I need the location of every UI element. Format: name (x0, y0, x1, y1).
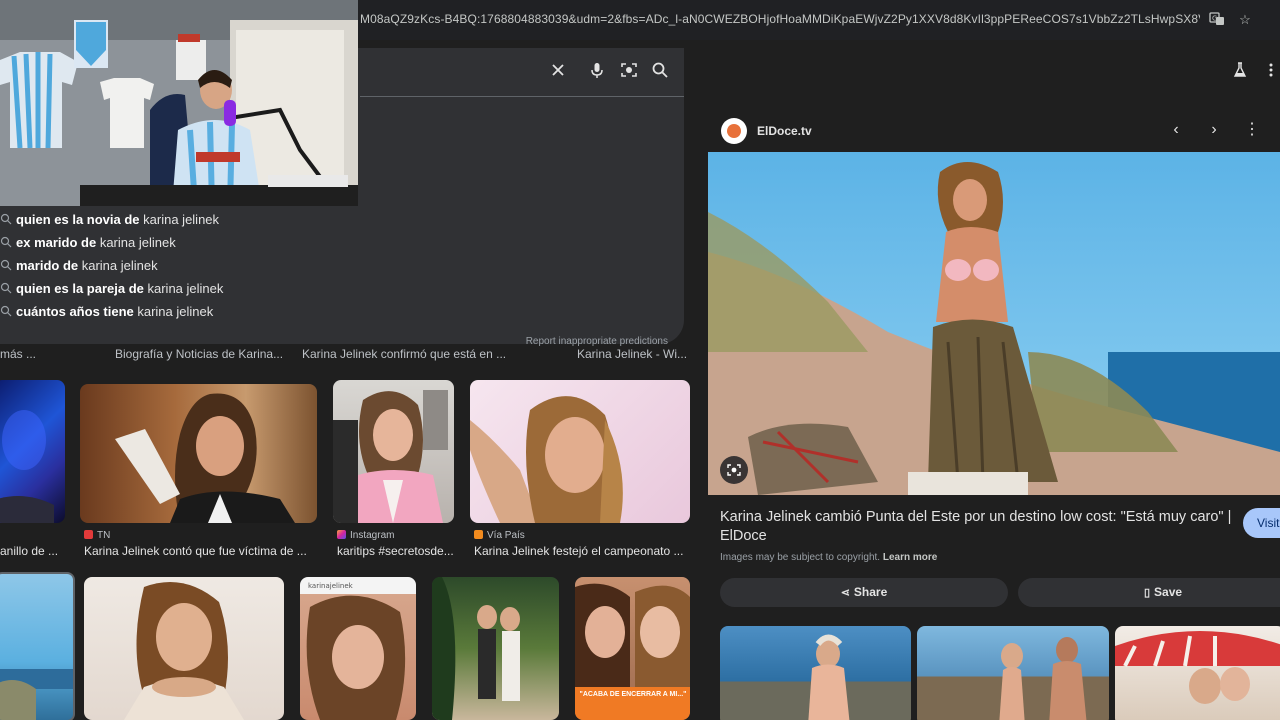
result-source[interactable]: Vía País (474, 530, 525, 541)
chevron-left-icon[interactable]: ‹ (1166, 120, 1186, 140)
search-icon[interactable] (648, 60, 672, 84)
suggestion-item[interactable]: quien es la pareja de karina jelinek (0, 278, 560, 301)
translate-icon[interactable]: G (1208, 11, 1226, 29)
share-button[interactable]: ⋖ Share (720, 578, 1008, 607)
result-caption[interactable]: Biografía y Noticias de Karina... (115, 347, 285, 361)
svg-text:karinajelinek: karinajelinek (308, 582, 354, 590)
star-icon[interactable]: ☆ (1236, 11, 1254, 29)
mic-icon[interactable] (585, 60, 609, 84)
result-image-selected[interactable] (0, 572, 75, 720)
visit-button[interactable]: Visit (1243, 508, 1280, 538)
result-title[interactable]: anillo de ... (0, 544, 60, 558)
apps-grid-icon[interactable] (1266, 62, 1280, 82)
overlay-headline: "ACABA DE ENCERRAR A MI..." (579, 691, 687, 698)
suggestion-item[interactable]: quien es la novia de karina jelinek (0, 209, 560, 232)
result-image[interactable] (333, 380, 454, 523)
webcam-overlay (0, 0, 358, 206)
suggestion-bold: quien es la pareja de (16, 281, 144, 296)
site-name[interactable]: ElDoce.tv (757, 124, 812, 138)
suggestion-rest: karina jelinek (133, 304, 214, 319)
suggestion-item[interactable]: ex marido de karina jelinek (0, 232, 560, 255)
close-icon[interactable] (546, 60, 570, 84)
related-image[interactable] (1115, 626, 1280, 720)
chevron-right-icon[interactable]: › (1204, 120, 1224, 140)
preview-image[interactable] (708, 152, 1280, 495)
preview-panel: ElDoce.tv ‹ › ⋮ Karina Jelinek cambió Pu… (700, 40, 1280, 720)
save-label: Save (1154, 585, 1183, 599)
search-divider (360, 96, 684, 97)
learn-more-link[interactable]: Learn more (883, 552, 937, 563)
suggestion-rest: karina jelinek (139, 212, 220, 227)
result-image[interactable] (0, 380, 65, 523)
tn-favicon-icon (84, 530, 93, 539)
source-name: Vía País (487, 530, 525, 541)
source-name: Instagram (350, 530, 395, 541)
suggestion-rest: karina jelinek (96, 235, 176, 250)
related-image[interactable] (720, 626, 911, 720)
result-source[interactable]: TN (84, 530, 110, 541)
suggestion-bold: marido de (16, 258, 79, 273)
source-name: TN (97, 530, 111, 541)
via-pais-favicon-icon (474, 530, 483, 539)
suggestion-rest: karina jelinek (78, 258, 158, 273)
save-button[interactable]: ▯ Save (1018, 578, 1280, 607)
report-predictions-link[interactable]: Report inappropriate predictions (526, 336, 668, 347)
search-icon (0, 236, 12, 248)
result-image[interactable]: "ACABA DE ENCERRAR A MI..." (575, 577, 690, 720)
labs-flask-icon[interactable] (1230, 62, 1250, 82)
lens-icon[interactable] (617, 60, 641, 84)
result-title[interactable]: karitips #secretosde... (337, 544, 453, 558)
site-logo[interactable] (721, 118, 747, 144)
search-icon (0, 259, 12, 271)
result-source[interactable]: Instagram (337, 530, 394, 541)
result-image[interactable] (432, 577, 559, 720)
result-image[interactable] (470, 380, 690, 523)
result-image[interactable]: karinajelinek (300, 577, 416, 720)
suggestion-item[interactable]: marido de karina jelinek (0, 255, 560, 278)
related-image[interactable] (917, 626, 1109, 720)
url-text[interactable]: M08aQZ9zKcs-B4BQ:1768804883039&udm=2&fbs… (360, 12, 1200, 26)
result-title[interactable]: Karina Jelinek contó que fue víctima de … (84, 544, 314, 558)
result-image[interactable] (80, 384, 317, 523)
more-vert-icon[interactable]: ⋮ (1242, 120, 1262, 140)
result-caption[interactable]: Karina Jelinek - Wi... (577, 347, 687, 361)
result-caption[interactable]: más ... (0, 347, 60, 361)
search-icon (0, 282, 12, 294)
lens-icon[interactable] (720, 456, 748, 484)
suggestion-bold: quien es la novia de (16, 212, 140, 227)
instagram-favicon-icon (337, 530, 346, 539)
suggestion-item[interactable]: cuántos años tiene karina jelinek (0, 301, 560, 324)
share-icon: ⋖ (840, 587, 850, 599)
result-title[interactable]: Karina Jelinek festejó el campeonato ... (474, 544, 684, 558)
suggestion-rest: karina jelinek (143, 281, 224, 296)
search-icon (0, 305, 12, 317)
bookmark-icon: ▯ (1143, 587, 1151, 599)
search-icon (0, 213, 12, 225)
result-image[interactable] (84, 577, 284, 720)
share-label: Share (853, 585, 888, 599)
copyright-text: Images may be subject to copyright. (720, 552, 883, 563)
result-caption[interactable]: Karina Jelinek confirmó que está en ... (302, 347, 512, 361)
copyright-notice: Images may be subject to copyright. Lear… (720, 552, 937, 563)
screen: M08aQZ9zKcs-B4BQ:1768804883039&udm=2&fbs… (0, 0, 1280, 720)
preview-title[interactable]: Karina Jelinek cambió Punta del Este por… (720, 508, 1240, 546)
suggestion-bold: ex marido de (16, 235, 97, 250)
suggestion-bold: cuántos años tiene (16, 304, 134, 319)
